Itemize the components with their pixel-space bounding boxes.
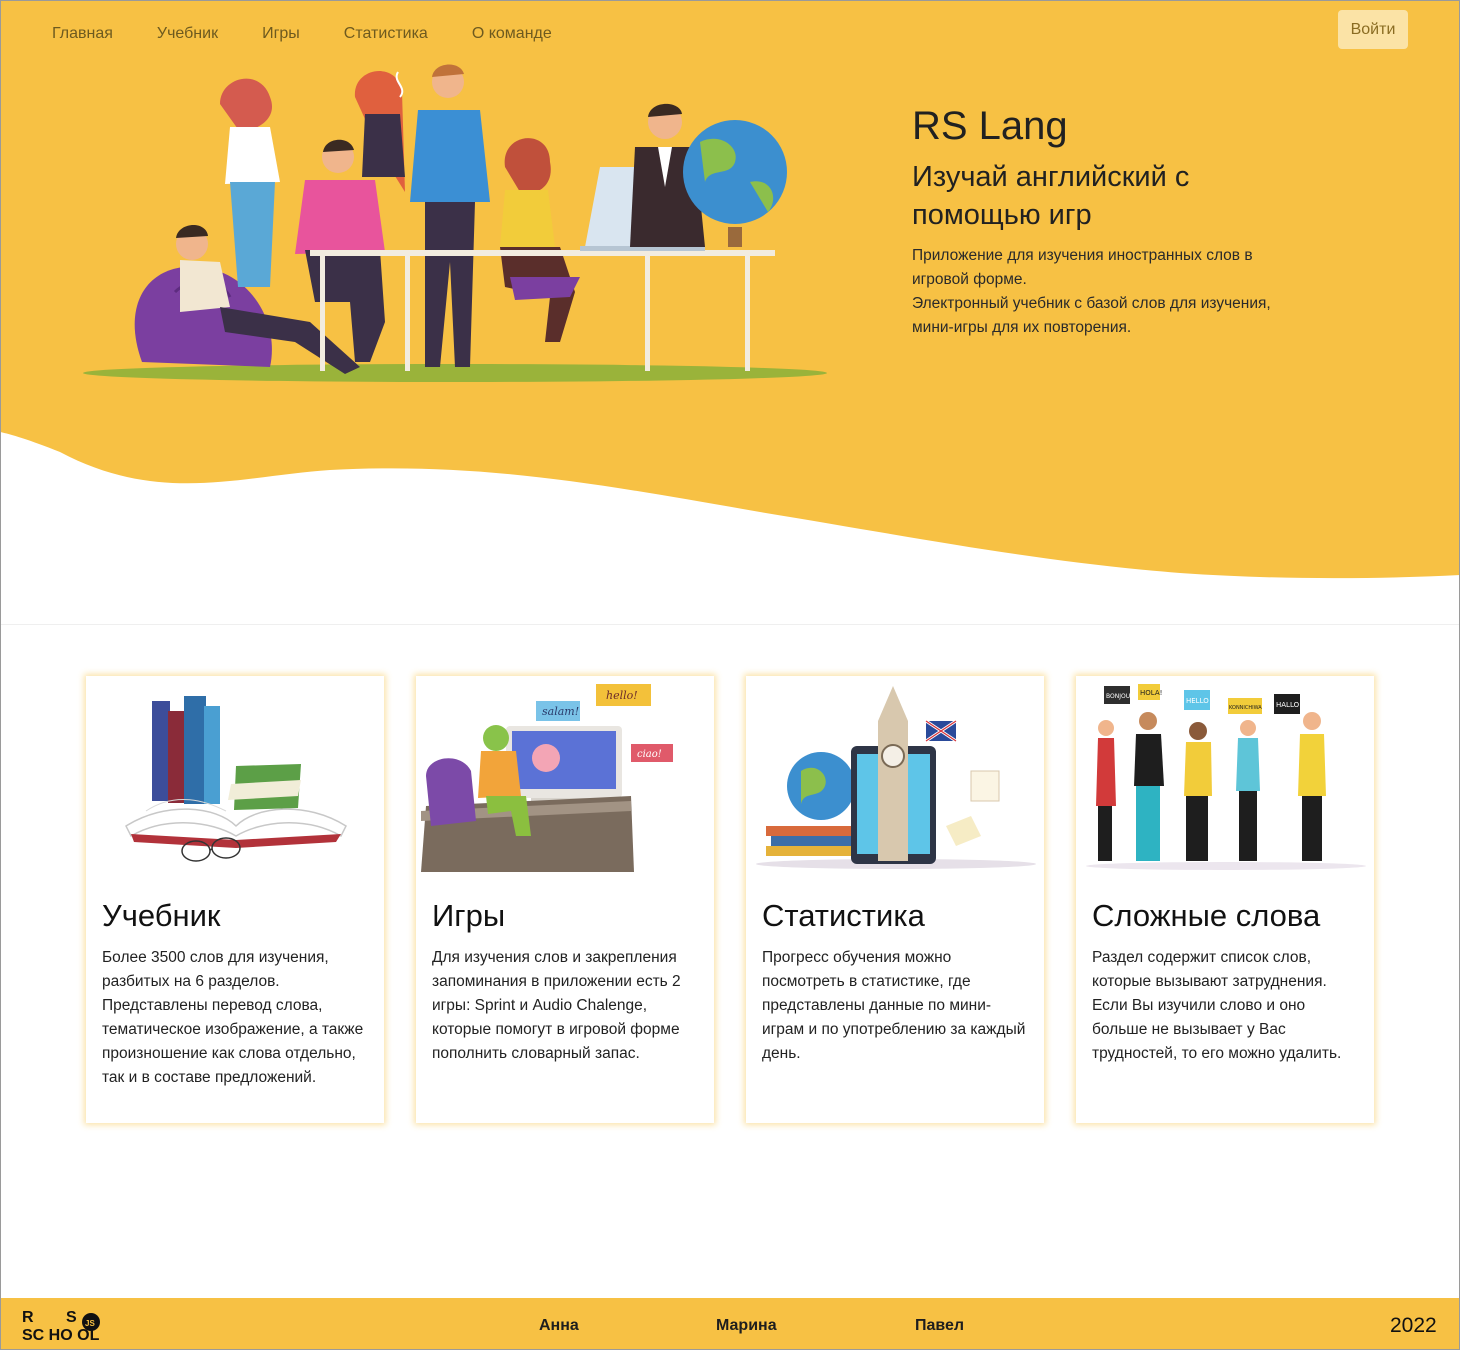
footer-author-anna[interactable]: Анна <box>539 1317 579 1335</box>
card-games-body: Игры Для изучения слов и закрепления зап… <box>432 896 700 1066</box>
card-textbook[interactable]: Учебник Более 3500 слов для изучения, ра… <box>86 676 384 1123</box>
bubble-konnichiwa: KONNICHIWA <box>1229 705 1262 711</box>
bubble-hello-2: HELLO <box>1186 697 1209 705</box>
hero-divider <box>0 624 1460 625</box>
card-hard-words-title: Сложные слова <box>1092 898 1321 933</box>
svg-text:S: S <box>66 1309 77 1326</box>
hero-description-line-2: Электронный учебник с базой слов для изу… <box>912 295 1271 336</box>
card-statistics-body: Статистика Прогресс обучения можно посмо… <box>762 896 1030 1066</box>
main-nav: Главная Учебник Игры Статистика О команд… <box>30 18 574 50</box>
hero-description: Приложение для изучения иностранных слов… <box>912 244 1302 340</box>
footer-author-marina[interactable]: Марина <box>716 1317 777 1335</box>
login-button[interactable]: Войти <box>1338 10 1408 49</box>
bubble-hello: hello! <box>606 689 638 702</box>
hero-description-line-1: Приложение для изучения иностранных слов… <box>912 247 1253 288</box>
footer-author-pavel[interactable]: Павел <box>915 1317 964 1335</box>
card-games-title: Игры <box>432 898 506 933</box>
statistics-illustration <box>756 686 1036 869</box>
card-games-text: Для изучения слов и закрепления запомина… <box>432 949 681 1062</box>
hero-team-illustration <box>83 64 827 382</box>
card-hard-words[interactable]: BONJOUR HOLA! HELLO KONNICHIWA HALLO Сло… <box>1076 676 1374 1123</box>
card-statistics-title: Статистика <box>762 898 925 933</box>
bubble-bonjour: BONJOUR <box>1106 693 1134 700</box>
bubble-ciao: ciao! <box>637 749 662 760</box>
bubble-salam: salam! <box>542 705 579 718</box>
features-cards: Учебник Более 3500 слов для изучения, ра… <box>86 676 1374 1123</box>
card-statistics[interactable]: Статистика Прогресс обучения можно посмо… <box>746 676 1044 1123</box>
nav-item-team[interactable]: О команде <box>450 18 574 50</box>
nav-item-statistics[interactable]: Статистика <box>322 18 450 50</box>
nav-item-home[interactable]: Главная <box>30 18 135 50</box>
nav-item-games[interactable]: Игры <box>240 18 322 50</box>
card-statistics-text: Прогресс обучения можно посмотреть в ста… <box>762 949 1026 1062</box>
hard-words-illustration: BONJOUR HOLA! HELLO KONNICHIWA HALLO <box>1086 684 1366 870</box>
hero-text-block: RS Lang Изучай английский с помощью игр … <box>912 100 1332 340</box>
hero-subtitle: Изучай английский с помощью игр <box>912 161 1190 231</box>
bubble-hola: HOLA! <box>1140 689 1162 697</box>
card-textbook-text: Более 3500 слов для изучения, разбитых н… <box>102 949 364 1086</box>
footer-year: 2022 <box>1390 1314 1437 1337</box>
nav-item-textbook[interactable]: Учебник <box>135 18 240 50</box>
card-textbook-title: Учебник <box>102 898 221 933</box>
games-illustration: salam! hello! ciao! <box>421 684 673 872</box>
svg-text:R: R <box>22 1309 34 1326</box>
card-textbook-body: Учебник Более 3500 слов для изучения, ра… <box>102 896 370 1090</box>
card-hard-words-body: Сложные слова Раздел содержит список сло… <box>1092 896 1360 1066</box>
hero-section: Главная Учебник Игры Статистика О команд… <box>0 0 1460 625</box>
bubble-hallo: HALLO <box>1276 701 1300 709</box>
hero-title: RS Lang <box>912 104 1068 148</box>
footer: R S JS SC HO OL Анна Марина Павел 2022 <box>0 1298 1460 1350</box>
card-hard-words-text: Раздел содержит список слов, которые выз… <box>1092 949 1342 1062</box>
svg-text:SC HO OL: SC HO OL <box>22 1327 100 1344</box>
books-illustration <box>125 696 347 862</box>
rs-school-logo[interactable]: R S JS SC HO OL <box>20 1306 116 1344</box>
card-games[interactable]: salam! hello! ciao! Игры Для изучения сл… <box>416 676 714 1123</box>
